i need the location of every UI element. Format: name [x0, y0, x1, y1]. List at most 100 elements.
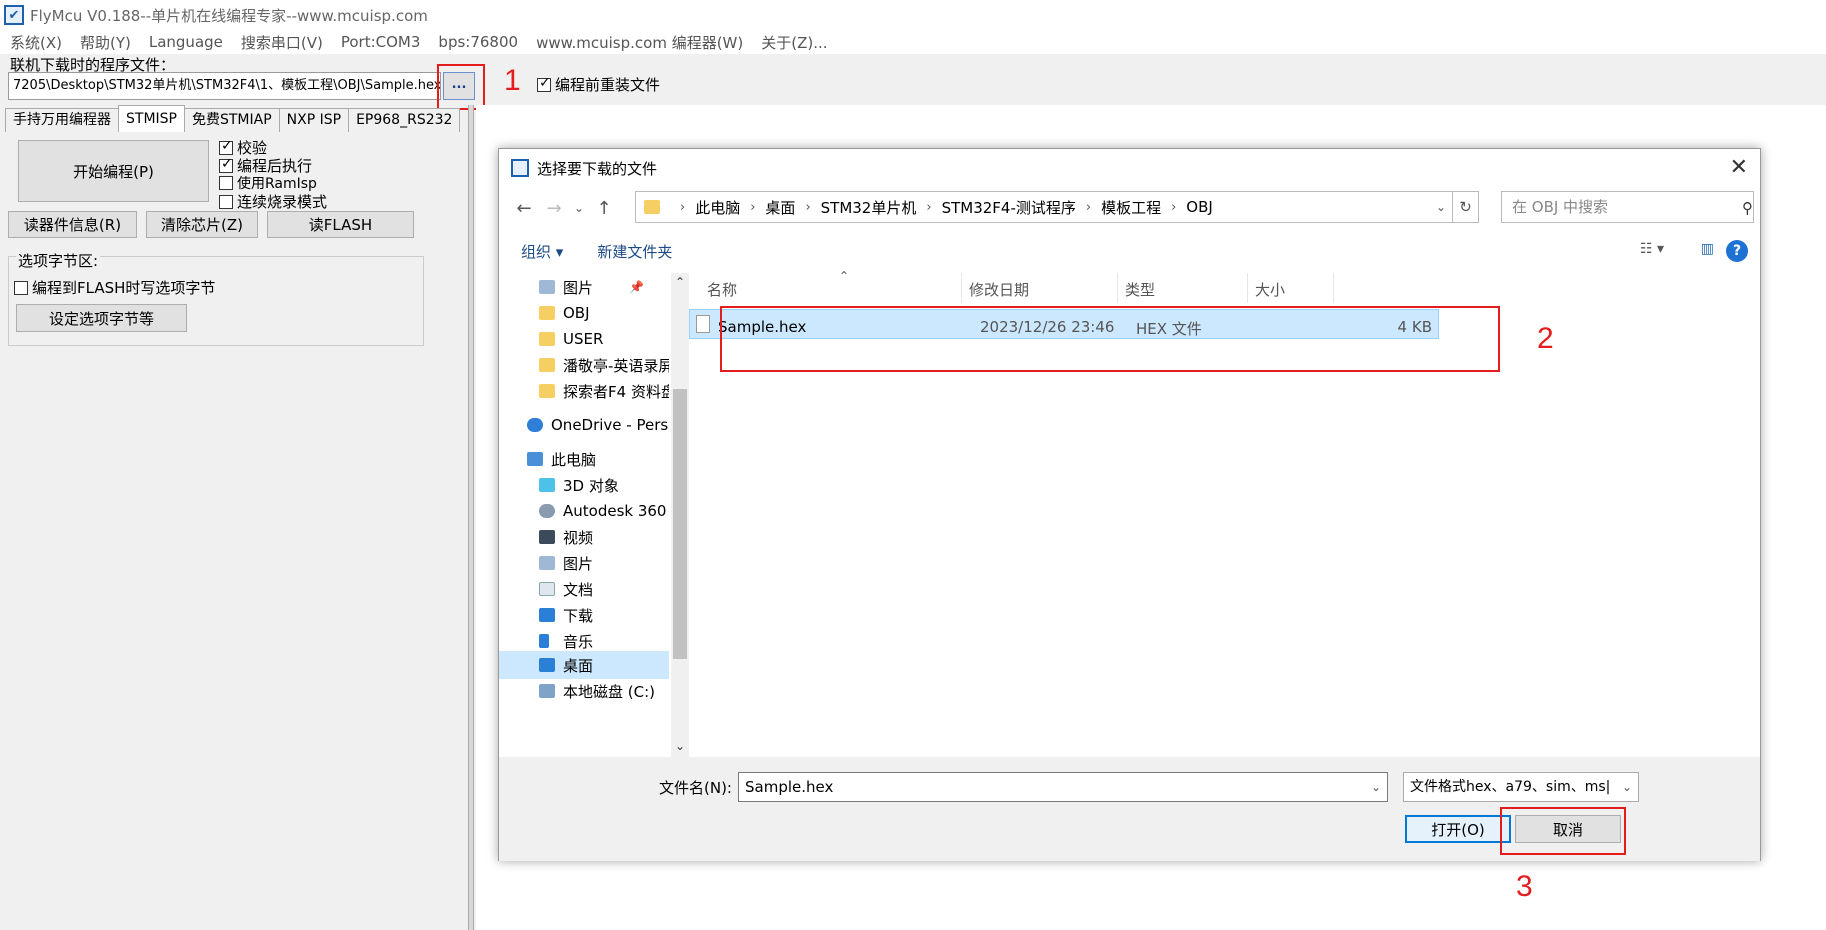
view-options-icon[interactable]: ☷ ▾ [1640, 241, 1664, 257]
refresh-icon[interactable]: ↻ [1453, 191, 1479, 223]
crumb-obj[interactable]: OBJ [1186, 198, 1213, 216]
tab-stmisp[interactable]: STMISP [118, 105, 185, 132]
crumb-stm32f4-test[interactable]: STM32F4-测试程序 [942, 197, 1076, 218]
menu-search-port[interactable]: 搜索串口(V) [241, 32, 323, 53]
recent-chevron-icon[interactable]: ⌄ [569, 201, 589, 215]
folder-icon [539, 358, 555, 372]
pane-splitter[interactable] [468, 105, 474, 930]
tab-bar: 手持万用编程器 STMISP 免费STMIAP NXP ISP EP968_RS… [5, 105, 461, 132]
up-arrow-icon[interactable]: ↑ [589, 198, 619, 219]
nav-item-onedrive[interactable]: OneDrive - Perso [527, 411, 669, 439]
file-open-dialog: 选择要下载的文件 ✕ ← → ⌄ ↑ › 此电脑 › 桌面 › STM32单片机… [498, 148, 1761, 861]
chevron-down-icon[interactable]: ⌄ [1436, 200, 1446, 214]
search-input[interactable]: 在 OBJ 中搜索 [1501, 191, 1754, 223]
nav-item-desktop[interactable]: 桌面 [499, 651, 669, 679]
nav-item-obj[interactable]: OBJ [539, 299, 590, 327]
help-icon[interactable]: ? [1726, 240, 1748, 262]
nav-item-documents[interactable]: 文档 [539, 575, 593, 603]
filename-input[interactable]: Sample.hex ⌄ [738, 772, 1388, 802]
crumb-template[interactable]: 模板工程 [1101, 197, 1161, 218]
crumb-desktop[interactable]: 桌面 [765, 197, 795, 218]
tab-nxp-isp[interactable]: NXP ISP [278, 108, 350, 132]
run-after-checkbox[interactable] [219, 156, 233, 173]
erase-chip-button[interactable]: 清除芯片(Z) [146, 211, 258, 238]
column-type[interactable]: 类型 [1125, 279, 1155, 300]
nav-item-videos[interactable]: 视频 [539, 523, 593, 551]
scroll-up-icon[interactable]: ⌃ [675, 275, 685, 289]
column-size[interactable]: 大小 [1255, 279, 1285, 300]
pictures-icon [539, 280, 555, 294]
onedrive-icon [527, 418, 543, 432]
tab-handheld-programmer[interactable]: 手持万用编程器 [5, 108, 119, 132]
nav-item-downloads[interactable]: 下载 [539, 601, 593, 629]
write-bytes-checkbox[interactable] [14, 280, 28, 295]
menu-bps[interactable]: bps:76800 [438, 33, 518, 51]
menu-bar: 系统(X) 帮助(Y) Language 搜索串口(V) Port:COM3 b… [0, 30, 1826, 54]
nav-item-user[interactable]: USER [539, 325, 603, 353]
option-continuous[interactable]: 连续烧录模式 [219, 191, 327, 212]
verify-checkbox[interactable] [219, 138, 233, 155]
menu-help[interactable]: 帮助(Y) [80, 32, 131, 53]
continuous-checkbox[interactable] [219, 194, 233, 209]
crumb-this-pc[interactable]: 此电脑 [695, 197, 740, 218]
file-type-select[interactable]: 文件格式hex、a79、sim、ms| ⌄ [1403, 772, 1639, 802]
documents-icon [539, 582, 555, 596]
downloads-icon [539, 608, 555, 622]
ramisp-checkbox[interactable] [219, 176, 233, 190]
option-write-bytes[interactable]: 编程到FLASH时写选项字节 [14, 277, 215, 298]
menu-about[interactable]: 关于(Z)... [761, 32, 827, 53]
tab-stmiap[interactable]: 免费STMIAP [183, 108, 280, 132]
nav-item-autodesk[interactable]: Autodesk 360 [539, 497, 666, 525]
continuous-label: 连续烧录模式 [237, 193, 328, 211]
new-folder-button[interactable]: 新建文件夹 [597, 241, 672, 262]
nav-item-pictures-quick[interactable]: 图片 📌 [539, 273, 644, 301]
read-device-info-button[interactable]: 读器件信息(R) [8, 211, 137, 238]
nav-item-english-rec[interactable]: 潘敬亭-英语录屏 [539, 351, 669, 379]
menu-programmer[interactable]: www.mcuisp.com 编程器(W) [536, 32, 743, 53]
nav-item-pictures[interactable]: 图片 [539, 549, 593, 577]
reload-before-program-option[interactable]: 编程前重装文件 [537, 74, 660, 95]
nav-item-3d-objects[interactable]: 3D 对象 [539, 471, 619, 499]
option-ramisp[interactable]: 使用RamIsp [219, 173, 317, 193]
reload-label: 编程前重装文件 [555, 76, 661, 94]
open-button[interactable]: 打开(O) [1405, 815, 1511, 843]
preview-pane-icon[interactable]: ▥ [1701, 241, 1714, 257]
close-icon[interactable]: ✕ [1730, 155, 1748, 180]
nav-item-local-disk[interactable]: 本地磁盘 (C:) [539, 677, 655, 705]
menu-system[interactable]: 系统(X) [10, 32, 62, 53]
dialog-app-icon [511, 159, 529, 177]
music-icon [539, 634, 549, 648]
dialog-title: 选择要下载的文件 [537, 159, 658, 178]
reload-checkbox[interactable] [537, 75, 551, 92]
chevron-down-icon[interactable]: ⌄ [1371, 773, 1381, 801]
sort-up-icon: ⌃ [839, 269, 850, 283]
menu-port[interactable]: Port:COM3 [341, 33, 421, 51]
crumb-stm32[interactable]: STM32单片机 [821, 197, 917, 218]
program-file-path-input[interactable]: 7205\Desktop\STM32单片机\STM32F4\1、模板工程\OBJ… [8, 72, 441, 100]
chevron-down-icon[interactable]: ⌄ [1621, 773, 1632, 801]
annotation-label-2: 2 [1537, 322, 1554, 355]
column-name[interactable]: 名称 [707, 279, 737, 300]
organize-menu[interactable]: 组织 ▾ [521, 241, 563, 262]
read-flash-button[interactable]: 读FLASH [267, 211, 414, 238]
desktop-icon [539, 658, 555, 672]
nav-item-this-pc[interactable]: 此电脑 [527, 445, 596, 473]
set-option-bytes-button[interactable]: 设定选项字节等 [16, 304, 187, 332]
nav-item-explorer-f4[interactable]: 探索者F4 资料盘 [539, 377, 669, 405]
breadcrumb[interactable]: › 此电脑 › 桌面 › STM32单片机 › STM32F4-测试程序 › 模… [635, 191, 1453, 223]
back-arrow-icon[interactable]: ← [509, 198, 539, 219]
write-bytes-label: 编程到FLASH时写选项字节 [32, 279, 216, 297]
nav-scrollbar-thumb[interactable] [673, 389, 687, 659]
forward-arrow-icon[interactable]: → [539, 198, 569, 219]
folder-icon [644, 200, 660, 214]
folder-icon [539, 384, 555, 398]
annotation-label-3: 3 [1516, 870, 1533, 903]
computer-icon [527, 452, 543, 466]
scroll-down-icon[interactable]: ⌄ [675, 739, 685, 753]
column-date[interactable]: 修改日期 [969, 279, 1029, 300]
start-program-button[interactable]: 开始编程(P) [18, 140, 209, 202]
tab-ep968[interactable]: EP968_RS232 [348, 108, 461, 132]
menu-language[interactable]: Language [149, 33, 223, 51]
option-bytes-title: 选项字节区: [16, 250, 101, 271]
pictures-icon [539, 556, 555, 570]
